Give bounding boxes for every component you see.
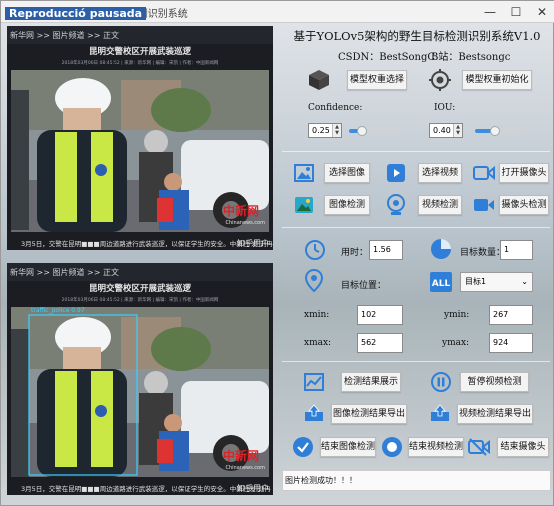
svg-text:ALL: ALL: [432, 279, 451, 289]
chevron-down-icon: ⌄: [521, 277, 528, 286]
image-detect-icon: [295, 197, 313, 213]
image-icon: [294, 164, 314, 182]
end-camera-button[interactable]: 结束摄像头: [497, 437, 549, 457]
target-icon: [429, 69, 451, 91]
watermark-logo: 中新网: [223, 449, 260, 463]
iou-slider-handle[interactable]: [490, 126, 500, 136]
original-image-view: 新华网 >> 图片频道 >> 正文 昆明交警校区开展武装巡逻 2018年03月0…: [7, 26, 273, 250]
video-camera-icon: [474, 199, 494, 211]
ymin-label: ymin:: [444, 310, 470, 320]
headline: 昆明交警校区开展武装巡逻: [88, 47, 191, 57]
camera-icon: [473, 165, 495, 181]
time-label: 用时：: [341, 248, 369, 258]
pause-icon: [431, 372, 451, 392]
article-meta: 2018年03月06日 08:45:52 | 来源：新华网 | 编辑：宋凯 | …: [61, 298, 219, 303]
select-video-button[interactable]: 选择视频: [418, 163, 462, 183]
iou-label: IOU:: [434, 103, 456, 113]
spin-arrows-icon[interactable]: ▲ ▼: [332, 124, 341, 137]
confidence-slider[interactable]: [349, 126, 399, 136]
camera-off-icon: [468, 438, 490, 456]
iou-spinbox[interactable]: 0.40 ▲ ▼: [429, 123, 463, 138]
result-photo: traffic_police 0.97 中新网 Chinanews.com: [11, 307, 269, 477]
line-chart-icon: [304, 373, 324, 391]
open-camera-button[interactable]: 打开摄像头: [499, 163, 549, 183]
confidence-value: 0.25: [312, 126, 330, 135]
export-image-results-button[interactable]: 图像检测结果导出: [331, 404, 407, 424]
divider: [282, 361, 550, 362]
watermark-user: 知乎用户: [237, 239, 269, 248]
iou-value: 0.40: [433, 126, 451, 135]
confidence-slider-handle[interactable]: [356, 126, 367, 136]
breadcrumb: 新华网 >> 图片频道 >> 正文: [7, 26, 273, 44]
target-select-value: 目标1: [465, 277, 487, 286]
breadcrumb: 新华网 >> 图片频道 >> 正文: [7, 263, 273, 281]
count-label: 目标数量：: [460, 248, 506, 258]
position-label: 目标位置：: [341, 281, 387, 291]
divider: [282, 227, 550, 228]
xmin-label: xmin:: [304, 310, 330, 320]
minimize-button[interactable]: —: [477, 3, 503, 21]
ymax-field: 924: [489, 333, 533, 353]
clock-icon: [305, 240, 325, 260]
select-image-button[interactable]: 选择图像: [324, 163, 370, 183]
cube-icon: [309, 70, 329, 90]
headline: 昆明交警校区开展武装巡逻: [88, 284, 191, 294]
model-weight-init-button[interactable]: 模型权重初始化: [462, 70, 532, 90]
end-image-detect-button[interactable]: 结束图像检测: [320, 437, 376, 457]
confidence-spinbox[interactable]: 0.25 ▲ ▼: [308, 123, 342, 138]
location-pin-icon: [304, 269, 324, 293]
export-icon: [305, 404, 323, 421]
check-circle-icon: [293, 437, 313, 457]
model-weight-select-button[interactable]: 模型权重选择: [347, 70, 407, 90]
status-bar: 图片检测成功！！！: [282, 470, 551, 491]
target-select[interactable]: 目标1 ⌄: [460, 272, 533, 292]
camera-detect-button[interactable]: 摄像头检测: [499, 195, 549, 215]
show-results-button[interactable]: 检测结果展示: [341, 372, 401, 392]
count-value-field: 1: [500, 240, 533, 260]
photo-caption: 3月5日，交警在昆明■■■周边道路进行武装巡逻，以保证学生的安全。中新社发 刘冉…: [21, 485, 271, 493]
webcam-icon: [387, 194, 405, 215]
app-window: 基于YOLOv5的野生目标检测识别系统 Reproducció pausada …: [0, 0, 554, 506]
detection-label: traffic_police 0.97: [31, 307, 85, 314]
playback-paused-label: Reproducció pausada: [5, 7, 147, 20]
source-photo: 中新网 Chinanews.com: [11, 70, 269, 232]
detection-result-view: 新华网 >> 图片频道 >> 正文 昆明交警校区开展武装巡逻 2018年03月0…: [7, 263, 273, 495]
all-targets-icon: ALL: [430, 272, 452, 292]
video-file-icon: [387, 164, 405, 182]
title-bar: 基于YOLOv5的野生目标检测识别系统 Reproducció pausada …: [1, 1, 554, 23]
xmin-field: 102: [357, 305, 403, 325]
export-video-results-button[interactable]: 视频检测结果导出: [457, 404, 533, 424]
system-title: 基于YOLOv5架构的野生目标检测识别系统V1.0: [293, 29, 541, 43]
image-detect-button[interactable]: 图像检测: [324, 195, 370, 215]
pie-chart-icon: [431, 239, 451, 259]
close-button[interactable]: ✕: [529, 3, 554, 21]
end-video-detect-button[interactable]: 结束视频检测: [408, 437, 464, 457]
stop-icon: [382, 437, 402, 457]
csdn-label: CSDN：BestSongC: [338, 52, 436, 63]
watermark-logo: 中新网: [223, 204, 260, 218]
bilibili-label: B站：Bestsongc: [431, 52, 511, 63]
xmax-label: xmax:: [304, 338, 332, 348]
time-value-field: 1.56: [369, 240, 403, 260]
watermark-url: Chinanews.com: [225, 220, 266, 226]
photo-caption: 3月5日，交警在昆明■■■周边道路进行武装巡逻，以保证学生的安全。中新社 发 刘…: [21, 240, 273, 248]
ymin-field: 267: [489, 305, 533, 325]
iou-slider[interactable]: [475, 126, 525, 136]
video-detect-button[interactable]: 视频检测: [418, 195, 462, 215]
maximize-button[interactable]: ☐: [503, 3, 529, 21]
pause-video-button[interactable]: 暂停视频检测: [460, 372, 529, 392]
article-meta: 2018年03月06日 08:45:52 | 来源：新华网 | 编辑：宋凯 | …: [61, 61, 219, 66]
ymax-label: ymax:: [442, 338, 470, 348]
spin-arrows-icon[interactable]: ▲ ▼: [453, 124, 462, 137]
export-icon: [431, 404, 449, 421]
divider: [282, 151, 550, 152]
watermark-url: Chinanews.com: [225, 465, 266, 471]
watermark-user: 知乎用户: [237, 484, 269, 493]
xmax-field: 562: [357, 333, 403, 353]
confidence-label: Confidence:: [308, 103, 363, 113]
